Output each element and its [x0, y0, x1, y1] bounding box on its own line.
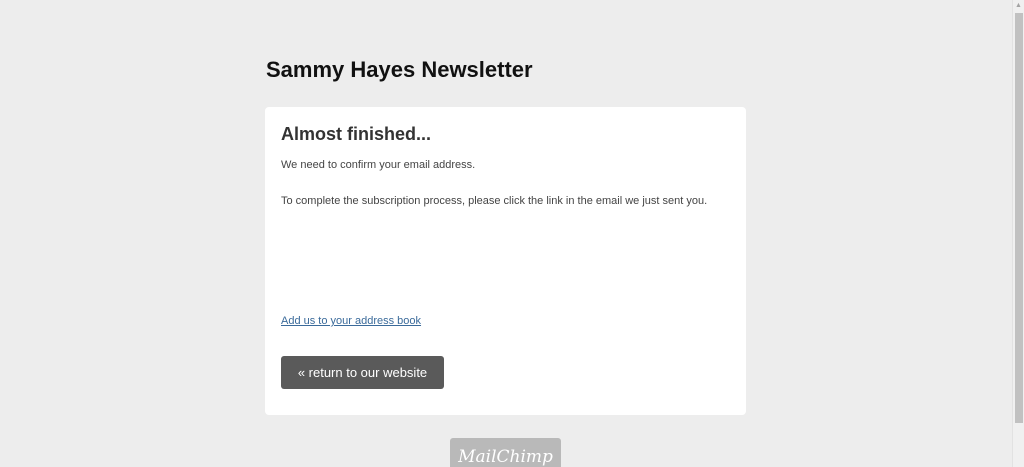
- browser-viewport: Sammy Hayes Newsletter Almost finished..…: [0, 0, 1024, 467]
- add-to-address-book-link[interactable]: Add us to your address book: [281, 315, 421, 327]
- vertical-scrollbar[interactable]: ▲: [1012, 0, 1024, 467]
- instructions-message: To complete the subscription process, pl…: [281, 195, 708, 207]
- confirmation-card: Almost finished... We need to confirm yo…: [265, 107, 746, 415]
- confirm-message: We need to confirm your email address.: [281, 159, 476, 171]
- card-heading: Almost finished...: [281, 124, 432, 144]
- scrollbar-thumb[interactable]: [1015, 13, 1023, 423]
- scroll-up-arrow-icon[interactable]: ▲: [1013, 0, 1024, 11]
- site-title: Sammy Hayes Newsletter: [266, 57, 533, 82]
- return-to-website-button[interactable]: « return to our website: [281, 356, 444, 389]
- mailchimp-badge[interactable]: MailChimp: [450, 438, 561, 467]
- mailchimp-logo: MailChimp: [458, 447, 553, 467]
